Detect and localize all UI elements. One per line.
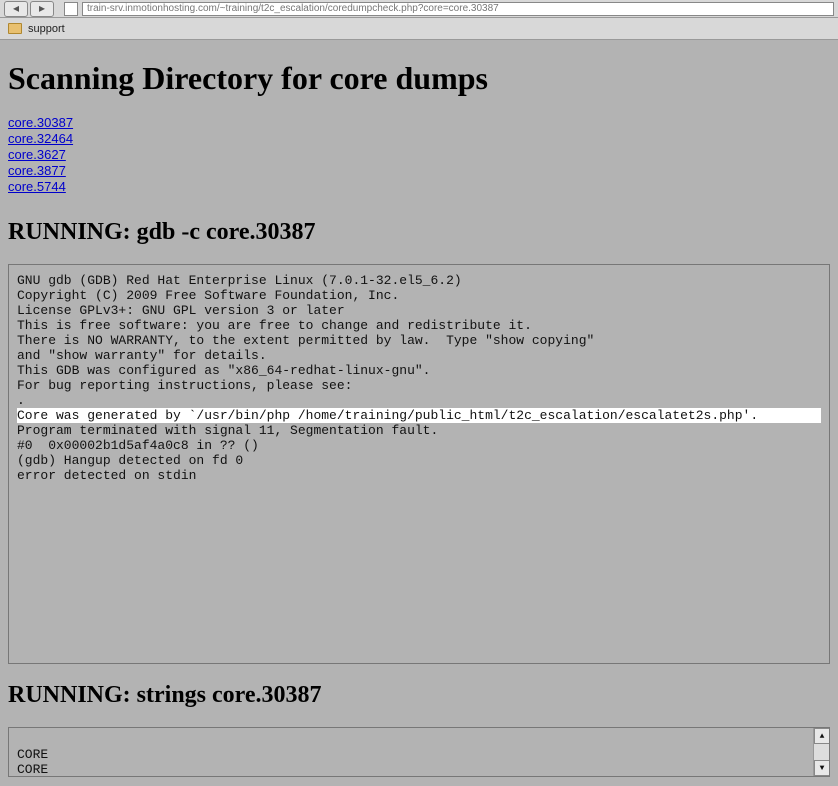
gdb-line: This GDB was configured as "x86_64-redha… xyxy=(17,363,430,378)
gdb-line: (gdb) Hangup detected on fd 0 xyxy=(17,453,243,468)
strings-heading: RUNNING: strings core.30387 xyxy=(8,682,830,709)
gdb-line: Copyright (C) 2009 Free Software Foundat… xyxy=(17,288,399,303)
gdb-heading: RUNNING: gdb -c core.30387 xyxy=(8,219,830,246)
scroll-up-button[interactable]: ▲ xyxy=(814,728,830,744)
arrow-left-icon: ◂ xyxy=(13,1,19,16)
page-icon xyxy=(64,2,78,16)
gdb-output: GNU gdb (GDB) Red Hat Enterprise Linux (… xyxy=(8,264,830,664)
core-link[interactable]: core.3627 xyxy=(8,147,66,163)
gdb-line: License GPLv3+: GNU GPL version 3 or lat… xyxy=(17,303,345,318)
scroll-down-button[interactable]: ▼ xyxy=(814,760,830,776)
gdb-line: This is free software: you are free to c… xyxy=(17,318,532,333)
strings-line: CORE xyxy=(17,762,48,777)
gdb-line: error detected on stdin xyxy=(17,468,196,483)
folder-icon xyxy=(8,23,22,34)
gdb-line: #0 0x00002b1d5af4a0c8 in ?? () xyxy=(17,438,259,453)
core-link[interactable]: core.5744 xyxy=(8,179,66,195)
gdb-line: . xyxy=(17,393,25,408)
page-content: Scanning Directory for core dumps core.3… xyxy=(0,40,838,785)
triangle-down-icon: ▼ xyxy=(820,761,825,776)
scrollbar[interactable]: ▲ ▼ xyxy=(813,728,829,776)
url-bar[interactable]: train-srv.inmotionhosting.com/~training/… xyxy=(82,2,834,16)
core-link[interactable]: core.30387 xyxy=(8,115,73,131)
back-button[interactable]: ◂ xyxy=(4,1,28,17)
gdb-line: and "show warranty" for details. xyxy=(17,348,267,363)
strings-line: CORE xyxy=(17,747,48,762)
browser-toolbar: ◂ ▸ train-srv.inmotionhosting.com/~train… xyxy=(0,0,838,18)
gdb-line: For bug reporting instructions, please s… xyxy=(17,378,352,393)
triangle-up-icon: ▲ xyxy=(820,729,825,744)
core-link[interactable]: core.3877 xyxy=(8,163,66,179)
nav-buttons: ◂ ▸ xyxy=(4,1,54,17)
gdb-line: Program terminated with signal 11, Segme… xyxy=(17,423,438,438)
core-links-list: core.30387 core.32464 core.3627 core.387… xyxy=(8,115,830,195)
gdb-line: GNU gdb (GDB) Red Hat Enterprise Linux (… xyxy=(17,273,462,288)
core-link[interactable]: core.32464 xyxy=(8,131,73,147)
arrow-right-icon: ▸ xyxy=(39,1,45,16)
page-title: Scanning Directory for core dumps xyxy=(8,60,830,97)
bookmark-support[interactable]: support xyxy=(28,23,65,35)
bookmark-bar: support xyxy=(0,18,838,40)
gdb-line: There is NO WARRANTY, to the extent perm… xyxy=(17,333,594,348)
gdb-highlighted-line: Core was generated by `/usr/bin/php /hom… xyxy=(17,408,821,423)
forward-button[interactable]: ▸ xyxy=(30,1,54,17)
strings-output: CORE CORE ▲ ▼ xyxy=(8,727,830,777)
